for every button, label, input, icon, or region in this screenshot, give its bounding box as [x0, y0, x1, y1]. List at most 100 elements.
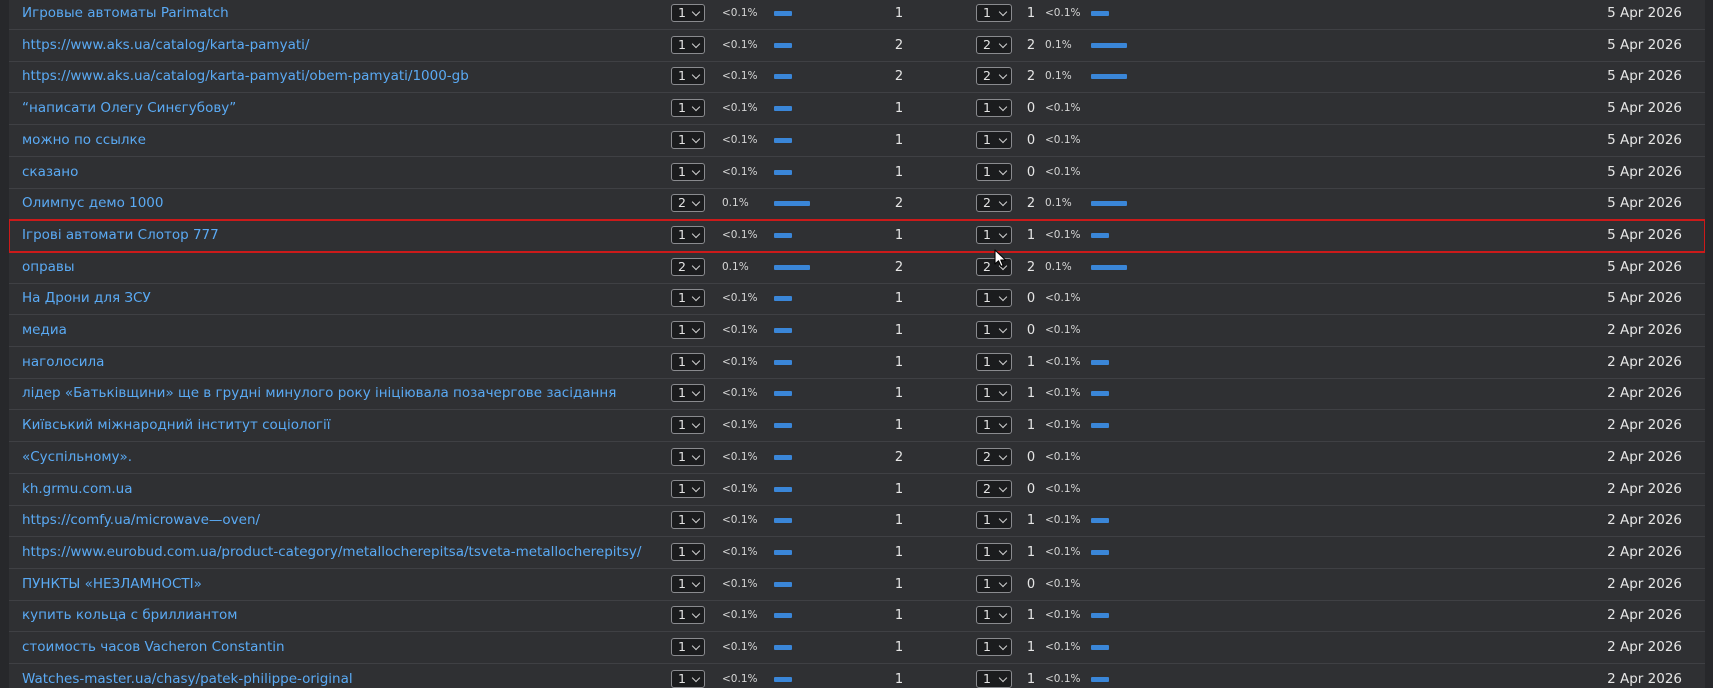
position-select[interactable]: 1 [671, 352, 705, 371]
previous-position-select[interactable]: 1 [976, 225, 1012, 244]
previous-position-select[interactable]: 1 [976, 542, 1012, 561]
keyword-link[interactable]: стоимость часов Vacheron Constantin [22, 632, 285, 663]
position-select[interactable]: 1 [671, 416, 705, 435]
previous-share-bar [1091, 11, 1109, 16]
share-percent: <0.1% [722, 102, 758, 115]
chevron-down-icon [691, 229, 701, 239]
position-select[interactable]: 1 [671, 162, 705, 181]
position-select[interactable]: 1 [671, 321, 705, 339]
previous-position-select[interactable]: 1 [976, 669, 1012, 688]
position-select[interactable]: 1 [671, 479, 705, 498]
chevron-down-icon [691, 673, 701, 682]
share-bar [774, 423, 792, 429]
chevron-down-icon [998, 578, 1008, 587]
previous-position-select[interactable]: 1 [976, 4, 1012, 22]
position-select[interactable]: 1 [671, 447, 705, 466]
position-select[interactable]: 1 [671, 669, 705, 688]
position-select[interactable]: 1 [671, 384, 705, 403]
keyword-link[interactable]: ПУНКТЫ «НЕЗЛАМНОСТІ» [22, 569, 202, 600]
position-select[interactable]: 1 [671, 638, 705, 656]
previous-position-select[interactable]: 1 [976, 289, 1012, 308]
previous-position-value: 1 [983, 670, 991, 686]
previous-position-select[interactable]: 1 [976, 638, 1012, 656]
chevron-down-icon [998, 356, 1008, 365]
previous-position-select[interactable]: 1 [976, 606, 1012, 625]
keyword-link[interactable]: Игровые автоматы Parimatch [22, 0, 229, 29]
position-value: 2 [678, 258, 686, 274]
keyword-link[interactable]: kh.grmu.com.ua [22, 474, 133, 505]
position-select[interactable]: 1 [671, 130, 705, 149]
chevron-down-icon [691, 39, 701, 48]
traffic-value: 1 [894, 291, 904, 307]
position-value: 1 [678, 322, 686, 337]
previous-position-select[interactable]: 1 [976, 574, 1012, 593]
previous-position-select[interactable]: 2 [976, 447, 1012, 466]
position-select[interactable]: 1 [671, 574, 705, 593]
keyword-link[interactable]: “написати Олегу Синєгубову” [22, 93, 236, 124]
previous-position-value: 1 [983, 575, 991, 591]
keyword-link[interactable]: наголосила [22, 347, 104, 378]
position-select[interactable]: 1 [671, 511, 705, 530]
position-select[interactable]: 1 [671, 4, 705, 22]
previous-position-value: 2 [983, 448, 991, 464]
chevron-down-icon [691, 578, 701, 587]
previous-position-select[interactable]: 1 [976, 511, 1012, 530]
chevron-down-icon [691, 356, 701, 365]
keyword-link[interactable]: https://www.aks.ua/catalog/karta-pamyati… [22, 61, 469, 92]
position-select[interactable]: 1 [671, 606, 705, 625]
previous-share-percent: <0.1% [1045, 355, 1081, 368]
keyword-link[interactable]: Watches-master.ua/chasy/patek-philippe-o… [22, 664, 353, 688]
previous-share-bar [1091, 613, 1109, 619]
previous-position-select[interactable]: 2 [976, 194, 1012, 213]
previous-position-value: 1 [983, 417, 991, 433]
keyword-link[interactable]: «Суспільному». [22, 442, 132, 473]
share-percent: <0.1% [722, 419, 758, 432]
date-value: 5 Apr 2026 [1607, 290, 1682, 307]
position-select[interactable]: 1 [671, 35, 705, 54]
keyword-link[interactable]: https://www.eurobud.com.ua/product-categ… [22, 537, 641, 568]
traffic-value: 1 [894, 418, 904, 434]
position-select[interactable]: 1 [671, 225, 705, 244]
keyword-link[interactable]: Ігрові автомати Слотор 777 [22, 220, 219, 251]
chevron-down-icon [998, 641, 1008, 651]
share-bar [774, 518, 792, 524]
keyword-link[interactable]: сказано [22, 157, 78, 188]
position-select[interactable]: 2 [671, 257, 705, 276]
previous-position-select[interactable]: 1 [976, 384, 1012, 403]
position-select[interactable]: 1 [671, 542, 705, 561]
previous-share-bar [1091, 549, 1109, 555]
keyword-link[interactable]: https://www.aks.ua/catalog/karta-pamyati… [22, 30, 309, 61]
previous-position-select[interactable]: 2 [976, 67, 1012, 86]
share-bar [774, 74, 792, 80]
position-select[interactable]: 2 [671, 194, 705, 213]
previous-position-select[interactable]: 2 [976, 479, 1012, 498]
previous-position-select[interactable]: 1 [976, 416, 1012, 435]
keyword-link[interactable]: Київський міжнародний інститут соціологі… [22, 410, 330, 441]
previous-position-select[interactable]: 1 [976, 130, 1012, 149]
keyword-link[interactable]: оправы [22, 252, 75, 283]
previous-position-select[interactable]: 1 [976, 99, 1012, 118]
previous-share-percent: <0.1% [1045, 102, 1081, 115]
previous-share-percent: <0.1% [1045, 165, 1081, 178]
previous-position-select[interactable]: 1 [976, 321, 1012, 339]
position-select[interactable]: 1 [671, 67, 705, 86]
position-select[interactable]: 1 [671, 99, 705, 118]
previous-position-select[interactable]: 2 [976, 35, 1012, 54]
previous-traffic-value: 0 [1026, 291, 1036, 307]
table-row: https://www.eurobud.com.ua/product-categ… [9, 537, 1705, 569]
share-bar [774, 169, 792, 175]
keyword-link[interactable]: купить кольца с бриллиантом [22, 600, 237, 631]
chevron-down-icon [998, 39, 1008, 48]
keyword-link[interactable]: Олимпус демо 1000 [22, 188, 163, 219]
keyword-link[interactable]: На Дрони для ЗСУ [22, 283, 151, 314]
date-value: 2 Apr 2026 [1607, 670, 1682, 687]
position-select[interactable]: 1 [671, 289, 705, 308]
keyword-link[interactable]: лідер «Батьківщини» ще в грудні минулого… [22, 378, 616, 409]
keyword-link[interactable]: медиа [22, 315, 67, 346]
previous-position-select[interactable]: 1 [976, 162, 1012, 181]
previous-traffic-value: 2 [1026, 196, 1036, 212]
traffic-value: 2 [894, 259, 904, 275]
previous-position-select[interactable]: 1 [976, 352, 1012, 371]
keyword-link[interactable]: можно по ссылке [22, 125, 146, 156]
keyword-link[interactable]: https://comfy.ua/microwave—oven/ [22, 505, 260, 536]
